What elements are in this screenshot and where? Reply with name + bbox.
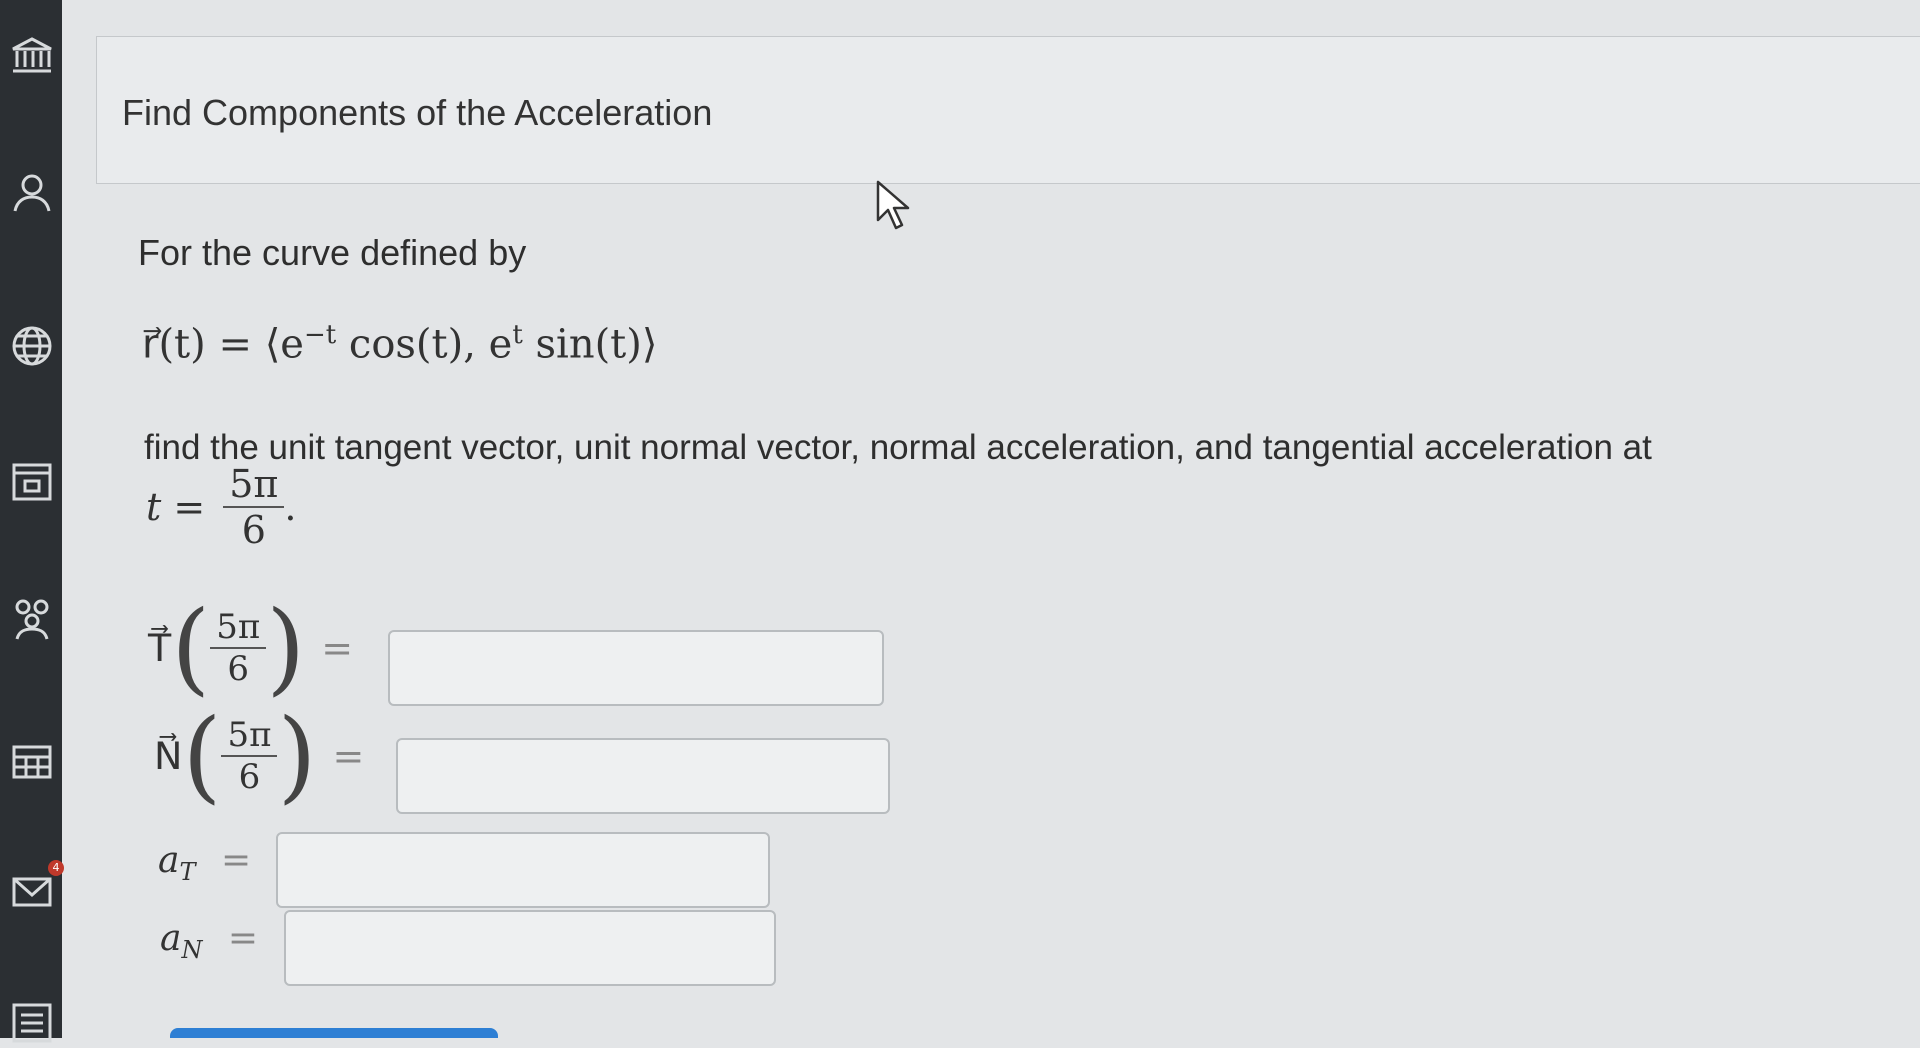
T-right-paren: )	[266, 589, 306, 706]
curve-lhs: r⃗(t) =	[142, 321, 252, 368]
t-denominator: 6	[241, 508, 266, 552]
aT-subscript: T	[179, 858, 196, 887]
N-numerator: 5π	[221, 715, 278, 757]
normal-acceleration-input[interactable]	[284, 910, 776, 986]
curve-mid: cos(t), e	[336, 321, 513, 368]
aT-label: aT =	[158, 840, 251, 886]
calendar-icon[interactable]	[6, 456, 58, 508]
N-symbol: N⃗	[154, 734, 183, 778]
tangential-acceleration-input[interactable]	[276, 832, 770, 908]
t-numerator: 5π	[223, 462, 285, 508]
aT-equals: =	[220, 840, 252, 881]
list-icon[interactable]	[6, 996, 58, 1048]
aN-label: aN =	[160, 918, 258, 964]
curve-equation: r⃗(t) = ⟨e−t cos(t), et sin(t)⟩	[142, 320, 657, 367]
page-title: Find Components of the Acceleration	[122, 92, 713, 133]
N-label: N⃗ ( 5π 6 ) =	[154, 706, 364, 806]
aN-symbol: a	[160, 918, 182, 959]
unit-normal-input[interactable]	[396, 738, 890, 814]
main-content: Find Components of the Acceleration For …	[62, 0, 1920, 1038]
T-fraction: 5π 6	[210, 607, 267, 689]
globe-icon[interactable]	[6, 320, 58, 372]
N-left-paren: (	[182, 697, 222, 814]
sidebar-nav: 4	[0, 0, 64, 1043]
N-right-paren: )	[277, 697, 317, 814]
N-denominator: 6	[238, 757, 261, 797]
user-icon[interactable]	[6, 166, 58, 218]
aN-equals: =	[227, 918, 259, 959]
t-fraction: 5π 6	[223, 462, 285, 552]
curve-tail: sin(t)⟩	[522, 321, 658, 368]
T-denominator: 6	[227, 649, 250, 689]
problem-intro: For the curve defined by	[138, 232, 527, 273]
T-symbol: T⃗	[148, 626, 172, 670]
T-equals: =	[321, 626, 354, 670]
t-period: .	[284, 485, 297, 529]
N-equals: =	[332, 734, 365, 778]
mouse-pointer-icon	[876, 180, 910, 230]
mail-icon[interactable]: 4	[6, 860, 64, 918]
submit-button[interactable]	[170, 1028, 498, 1038]
curve-rhs: ⟨e	[264, 321, 304, 368]
t-value: t = 5π 6 .	[146, 462, 296, 552]
aT-symbol: a	[158, 840, 180, 881]
groups-icon[interactable]	[6, 592, 58, 644]
problem-instruction: find the unit tangent vector, unit norma…	[144, 428, 1652, 467]
t-label: t =	[146, 485, 206, 529]
N-fraction: 5π 6	[221, 715, 278, 797]
T-numerator: 5π	[210, 607, 267, 649]
T-label: T⃗ ( 5π 6 ) =	[148, 598, 353, 698]
curve-exp2: t	[512, 320, 523, 350]
curve-exp1: −t	[303, 320, 337, 350]
institution-icon[interactable]	[6, 30, 58, 82]
table-icon[interactable]	[6, 736, 58, 788]
T-left-paren: (	[171, 589, 211, 706]
unit-tangent-input[interactable]	[388, 630, 884, 706]
aN-subscript: N	[181, 936, 203, 965]
